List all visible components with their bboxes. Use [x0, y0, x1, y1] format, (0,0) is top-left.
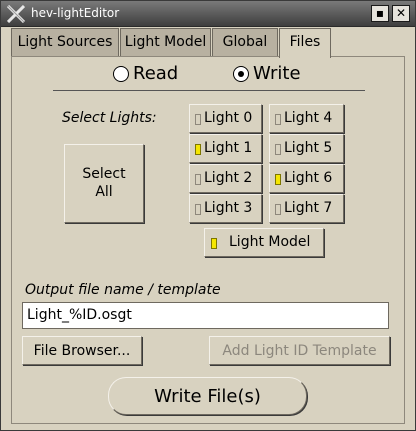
- light-7-label: Light 7: [284, 200, 333, 216]
- write-files-button[interactable]: Write File(s): [108, 377, 307, 415]
- light-3-button[interactable]: Light 3: [189, 194, 262, 223]
- light-3-indicator: [195, 204, 201, 215]
- add-light-id-template-button[interactable]: Add Light ID Template: [209, 336, 390, 365]
- write-radio-dot: [238, 71, 244, 77]
- light-7-button[interactable]: Light 7: [269, 194, 344, 223]
- write-radio[interactable]: Write: [233, 63, 309, 85]
- window-title: hev-lightEditor: [31, 6, 120, 20]
- write-radio-circle: [233, 66, 249, 82]
- tab-global[interactable]: Global: [212, 28, 278, 56]
- tab-light-sources[interactable]: Light Sources: [11, 28, 119, 56]
- select-lights-label: Select Lights:: [62, 110, 157, 126]
- app-window: hev-lightEditor ▪ ✕ Light Sources Light …: [0, 0, 416, 431]
- mode-divider: [53, 90, 365, 91]
- light-5-indicator: [275, 144, 281, 155]
- light-1-label: Light 1: [204, 140, 253, 156]
- light-5-label: Light 5: [284, 140, 333, 156]
- select-all-label: Select All: [82, 166, 126, 200]
- write-files-label: Write File(s): [154, 386, 261, 407]
- select-all-button[interactable]: Select All: [64, 144, 144, 223]
- light-5-button[interactable]: Light 5: [269, 134, 344, 163]
- read-radio[interactable]: Read: [113, 63, 187, 85]
- file-browser-label: File Browser...: [33, 343, 131, 359]
- read-radio-circle: [113, 66, 129, 82]
- light-3-label: Light 3: [204, 200, 253, 216]
- light-7-indicator: [275, 204, 281, 215]
- light-1-indicator: [195, 144, 201, 155]
- light-6-indicator: [275, 174, 281, 185]
- output-label: Output file name / template: [25, 282, 221, 298]
- close-button[interactable]: ✕: [392, 5, 410, 22]
- light-model-button[interactable]: Light Model: [204, 228, 324, 257]
- light-4-indicator: [275, 114, 281, 125]
- read-radio-label: Read: [133, 63, 179, 84]
- light-model-indicator: [211, 238, 217, 249]
- light-model-label: Light Model: [229, 234, 311, 250]
- tab-light-model[interactable]: Light Model: [120, 28, 211, 56]
- light-1-button[interactable]: Light 1: [189, 134, 262, 163]
- light-0-label: Light 0: [204, 110, 253, 126]
- tab-files[interactable]: Files: [279, 28, 331, 58]
- x-logo-icon: [7, 5, 25, 23]
- light-6-button[interactable]: Light 6: [269, 164, 344, 193]
- add-light-id-template-label: Add Light ID Template: [222, 343, 377, 359]
- write-radio-label: Write: [253, 63, 301, 84]
- output-filename-input[interactable]: Light_%ID.osgt: [22, 302, 389, 329]
- maximize-button[interactable]: ▪: [371, 5, 389, 22]
- light-2-label: Light 2: [204, 170, 253, 186]
- light-2-indicator: [195, 174, 201, 185]
- light-0-indicator: [195, 114, 201, 125]
- light-2-button[interactable]: Light 2: [189, 164, 262, 193]
- light-4-label: Light 4: [284, 110, 333, 126]
- light-6-label: Light 6: [284, 170, 333, 186]
- light-4-button[interactable]: Light 4: [269, 104, 344, 133]
- light-0-button[interactable]: Light 0: [189, 104, 262, 133]
- file-browser-button[interactable]: File Browser...: [22, 336, 142, 365]
- title-bar[interactable]: hev-lightEditor ▪ ✕: [1, 1, 415, 27]
